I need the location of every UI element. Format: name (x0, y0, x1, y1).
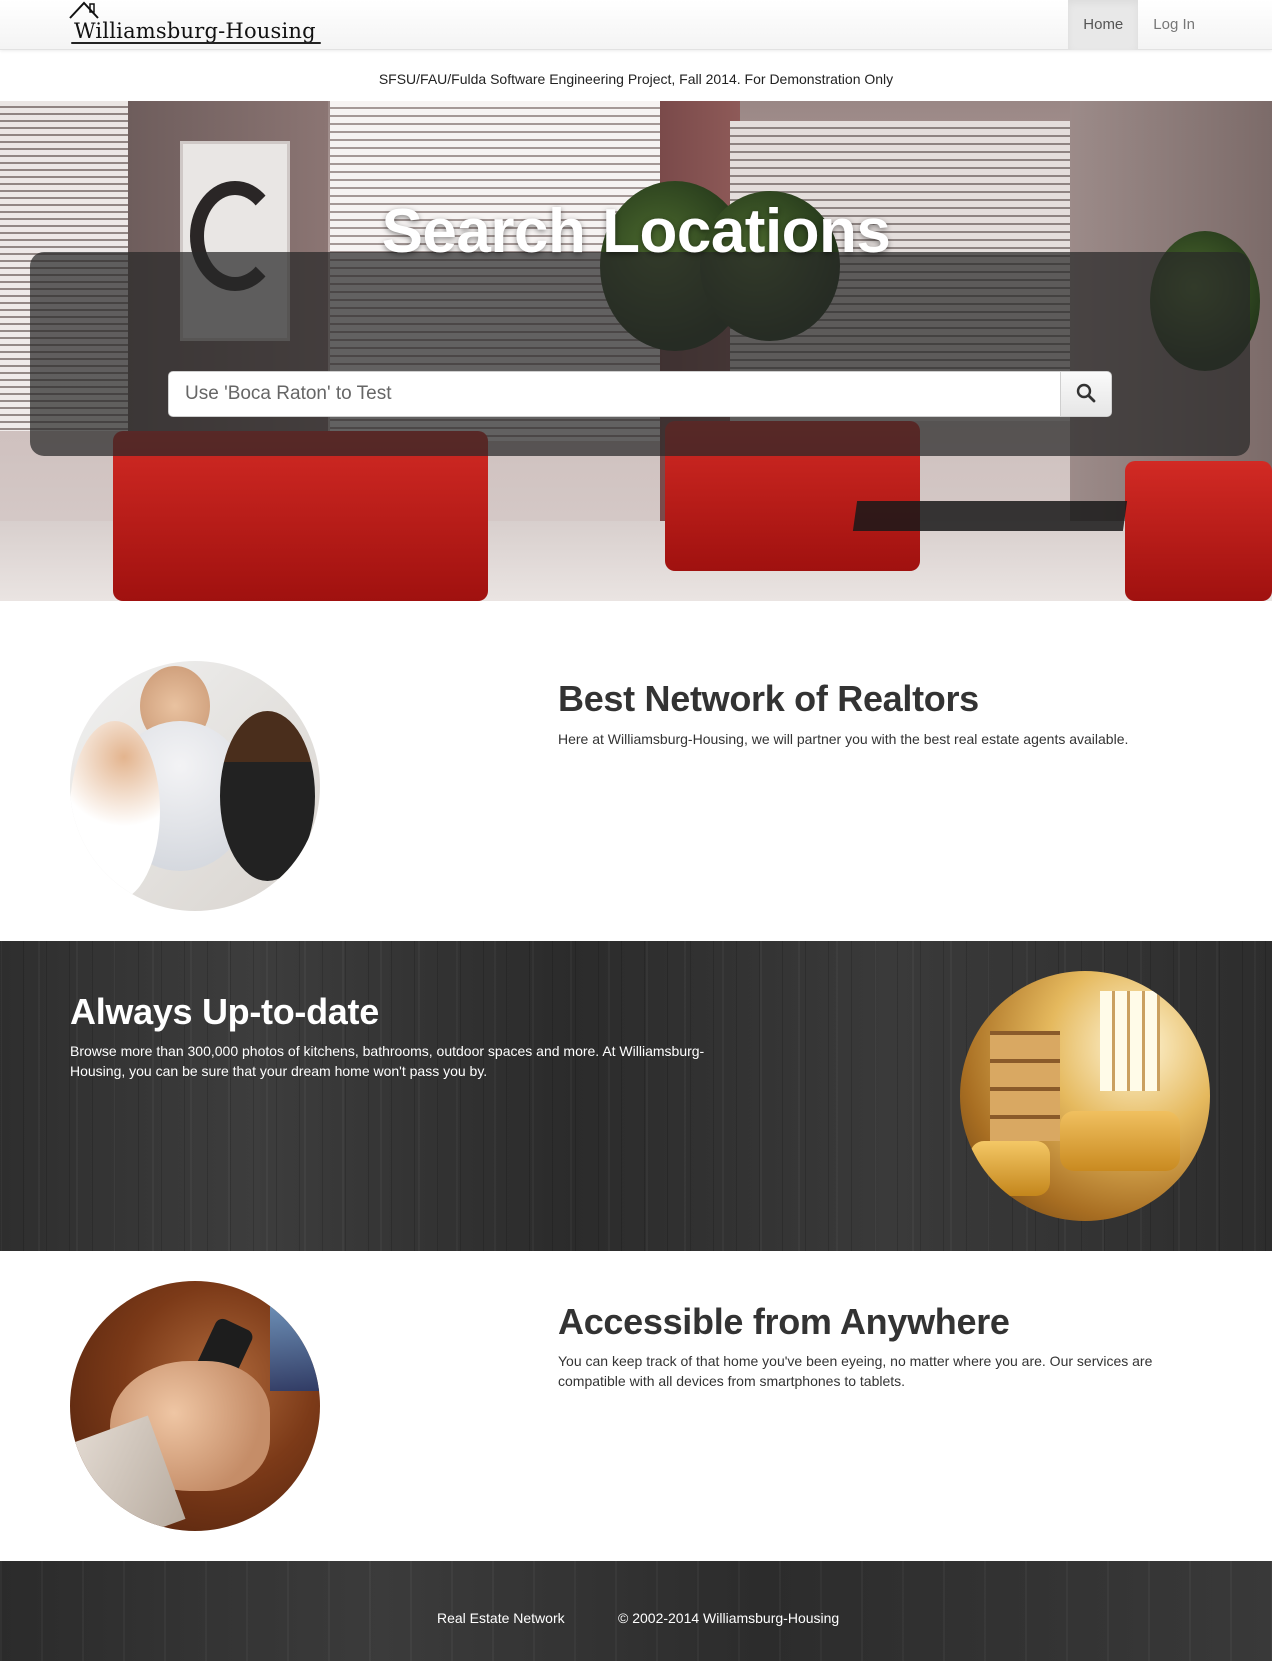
living-room-photo (960, 971, 1210, 1221)
hero-banner (0, 101, 1272, 601)
search-button[interactable] (1060, 372, 1111, 416)
footer-copyright: © 2002-2014 Williamsburg-Housing (618, 1610, 840, 1626)
footer: Real Estate Network © 2002-2014 Williams… (0, 1561, 1272, 1661)
feature-uptodate-title: Always Up-to-date (70, 991, 379, 1032)
nav-links: Home Log In (1068, 0, 1210, 50)
brand-logo[interactable]: Williamsburg-Housing (68, 0, 328, 50)
feature-realtors-section: Best Network of Realtors Here at William… (0, 601, 1272, 941)
search-box (168, 371, 1112, 417)
feature-realtors-title: Best Network of Realtors (558, 678, 979, 719)
demo-notice: SFSU/FAU/Fulda Software Engineering Proj… (378, 71, 894, 87)
feature-anywhere-title: Accessible from Anywhere (558, 1301, 1010, 1342)
brand-underline (71, 42, 321, 44)
search-panel (30, 252, 1250, 456)
search-title: Search Locations (381, 197, 891, 266)
search-icon (1076, 383, 1096, 403)
nav-login-link[interactable]: Log In (1138, 0, 1210, 50)
feature-uptodate-section: Always Up-to-date Browse more than 300,0… (0, 941, 1272, 1251)
brand-name: Williamsburg-Housing (74, 19, 316, 43)
nav-home-link[interactable]: Home (1068, 0, 1139, 50)
footer-real-estate-network-link[interactable]: Real Estate Network (437, 1610, 565, 1626)
location-search-input[interactable] (169, 372, 1061, 416)
smartphone-photo (70, 1281, 320, 1531)
navbar: Williamsburg-Housing Home Log In (0, 0, 1272, 50)
feature-realtors-text: Here at Williamsburg-Housing, we will pa… (558, 731, 1129, 747)
realtors-photo (70, 661, 320, 911)
feature-anywhere-section: Accessible from Anywhere You can keep tr… (0, 1251, 1272, 1561)
feature-uptodate-text: Browse more than 300,000 photos of kitch… (70, 1043, 705, 1079)
feature-anywhere-text: You can keep track of that home you've b… (558, 1353, 1153, 1389)
